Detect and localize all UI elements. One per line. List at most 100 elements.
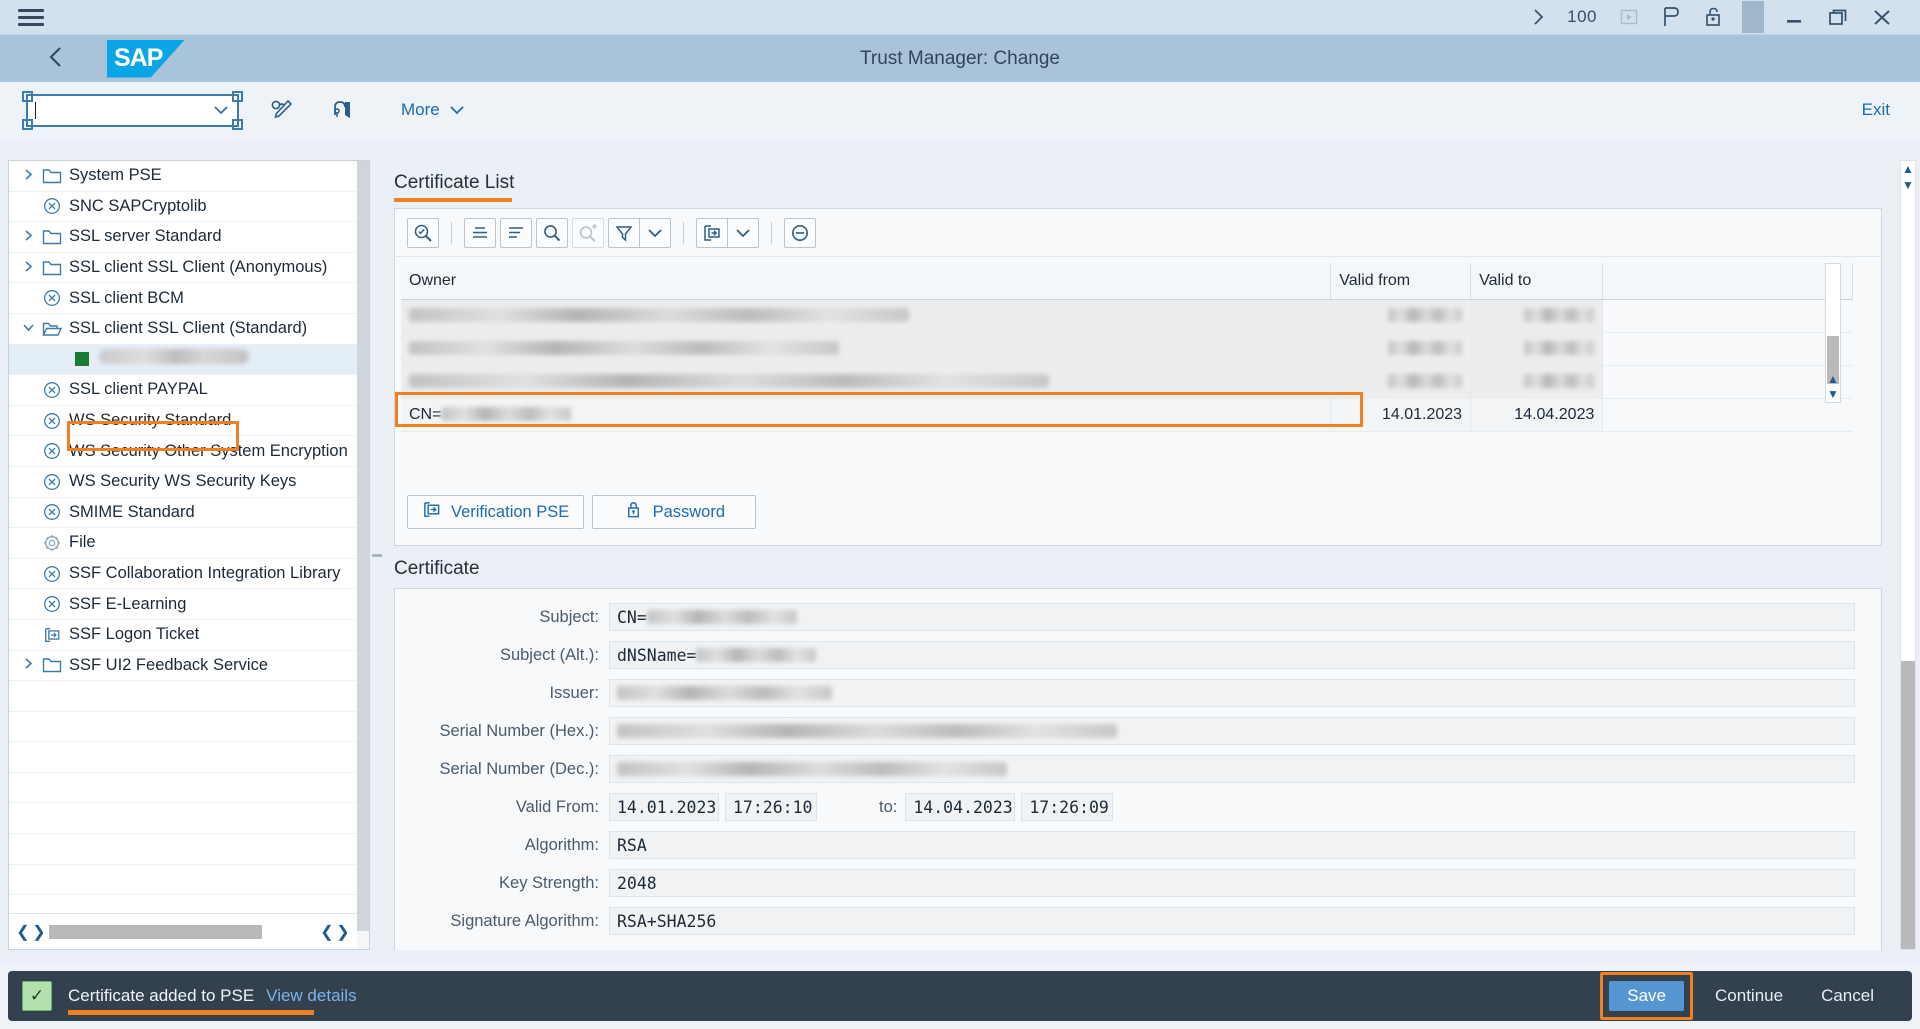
sort-descending-button[interactable] xyxy=(500,217,532,248)
sidebar-item-ws-security-ws-security-keys[interactable]: WS Security WS Security Keys xyxy=(9,467,357,498)
panel-splitter[interactable] xyxy=(372,160,382,950)
column-header-valid-to[interactable]: Valid to xyxy=(1470,263,1604,300)
serial-number-dec-field[interactable] xyxy=(609,755,1855,783)
find-button[interactable] xyxy=(536,217,568,248)
chevron-up-icon[interactable]: ▲ xyxy=(1901,161,1915,177)
unlock-icon[interactable] xyxy=(1692,1,1734,33)
export-button[interactable] xyxy=(696,217,728,248)
chevron-left-icon[interactable]: ❮ xyxy=(15,922,31,942)
display-details-button[interactable] xyxy=(407,217,439,248)
valid-from-date-field[interactable]: 14.01.2023 xyxy=(609,793,719,821)
chevron-right-icon[interactable] xyxy=(17,657,39,673)
column-header-valid-from[interactable]: Valid from xyxy=(1330,263,1472,300)
chevron-right-icon-2[interactable]: ❯ xyxy=(335,922,351,942)
minimize-icon[interactable] xyxy=(1772,1,1816,33)
sidebar-item-snc-sapcryptolib[interactable]: SNC SAPCryptolib xyxy=(9,192,357,223)
ok-code-field[interactable]: 100 xyxy=(1556,1,1608,33)
cancel-button[interactable]: Cancel xyxy=(1805,979,1890,1013)
chevron-down-icon[interactable]: ▼ xyxy=(1901,177,1915,193)
verification-pse-label: Verification PSE xyxy=(451,502,570,521)
filter-menu-button[interactable] xyxy=(639,217,671,248)
glasses-pencil-icon[interactable] xyxy=(265,93,299,127)
sidebar-item-certificate[interactable] xyxy=(9,344,357,376)
page-vscroll-thumb[interactable] xyxy=(1901,661,1915,949)
table-vertical-scrollbar[interactable]: ▲ ▼ xyxy=(1825,263,1841,403)
subject-alt-field[interactable]: dNSName= xyxy=(609,641,1855,669)
exit-button[interactable]: Exit xyxy=(1862,100,1890,120)
sidebar-item-ssf-logon-ticket[interactable]: SSF Logon Ticket xyxy=(9,620,357,651)
sidebar-item-label: SSL client SSL Client (Anonymous) xyxy=(69,258,328,277)
sidebar-item-label: WS Security Other System Encryption xyxy=(69,441,348,460)
close-icon[interactable] xyxy=(1860,1,1904,33)
table-row[interactable]: CN= 14.01.2023 14.04.2023 xyxy=(401,398,1853,432)
sidebar-item-ssl-client-paypal[interactable]: SSL client PAYPAL xyxy=(9,375,357,406)
save-button-highlight: Save xyxy=(1600,972,1694,1020)
chevron-right-icon[interactable] xyxy=(17,168,39,184)
sort-ascending-button[interactable] xyxy=(464,217,496,248)
back-chevron-icon[interactable] xyxy=(45,44,67,74)
more-menu-button[interactable]: More xyxy=(401,100,465,120)
continue-button[interactable]: Continue xyxy=(1699,979,1799,1013)
sidebar-item-file[interactable]: File xyxy=(9,528,357,559)
footer-bar: ✓ Certificate added to PSE View details … xyxy=(0,965,1920,1029)
chevron-left-icon-2[interactable]: ❮ xyxy=(319,922,335,942)
password-label: Password xyxy=(652,502,726,521)
table-row[interactable] xyxy=(401,365,1853,399)
sidebar-item-smime-standard[interactable]: SMIME Standard xyxy=(9,498,357,529)
play-icon[interactable] xyxy=(1608,1,1650,33)
restore-icon[interactable] xyxy=(1816,1,1860,33)
hscroll-thumb[interactable] xyxy=(49,924,262,939)
chevron-right-icon[interactable] xyxy=(1521,1,1556,33)
cell-valid-from xyxy=(1330,299,1472,333)
table-row[interactable] xyxy=(401,299,1853,333)
page-vertical-scrollbar[interactable]: ▲ ▼ xyxy=(1900,160,1916,950)
key-strength-field[interactable]: 2048 xyxy=(609,869,1855,897)
subject-field[interactable]: CN= xyxy=(609,603,1855,631)
algorithm-field[interactable]: RSA xyxy=(609,831,1855,859)
chevron-down-icon[interactable]: ▼ xyxy=(1826,386,1840,401)
serial-number-hex-field[interactable] xyxy=(609,717,1855,745)
find-next-button[interactable] xyxy=(572,217,604,248)
serial-number-hex-label: Serial Number (Hex.): xyxy=(439,721,599,740)
command-field-wrapper[interactable] xyxy=(22,90,243,130)
sidebar-item-system-pse[interactable]: System PSE xyxy=(9,161,357,192)
table-row[interactable] xyxy=(401,332,1853,366)
tree-vertical-scrollbar[interactable] xyxy=(357,161,369,949)
cell-valid-to xyxy=(1470,365,1604,399)
chevron-down-icon[interactable] xyxy=(17,321,39,337)
sidebar-item-ssl-server-standard[interactable]: SSL server Standard xyxy=(9,222,357,253)
key-lock-icon[interactable] xyxy=(325,93,359,127)
password-button[interactable]: Password xyxy=(592,495,757,529)
signature-algorithm-field[interactable]: RSA+SHA256 xyxy=(609,907,1855,935)
export-menu-button[interactable] xyxy=(727,217,759,248)
sidebar-item-ssl-client-ssl-client-standard[interactable]: SSL client SSL Client (Standard) xyxy=(9,314,357,345)
sidebar-item-ssl-client-ssl-client-anonymous[interactable]: SSL client SSL Client (Anonymous) xyxy=(9,253,357,284)
tree-horizontal-scrollbar[interactable]: ❮ ❯ ❮ ❯ xyxy=(9,913,357,949)
chevron-right-icon[interactable]: ❯ xyxy=(31,922,47,942)
chevron-up-icon[interactable]: ▲ xyxy=(1826,371,1840,386)
chevron-right-icon[interactable] xyxy=(17,229,39,245)
verification-pse-button[interactable]: Verification PSE xyxy=(407,495,585,529)
sidebar-item-ws-security-other-system-encryption[interactable]: WS Security Other System Encryption xyxy=(9,436,357,467)
valid-to-date-field[interactable]: 14.04.2023 xyxy=(905,793,1016,821)
signature-algorithm-label: Signature Algorithm: xyxy=(450,911,599,930)
filter-button[interactable] xyxy=(608,217,640,248)
sidebar-item-ssl-client-bcm[interactable]: SSL client BCM xyxy=(9,283,357,314)
sidebar-item-ssf-e-learning[interactable]: SSF E-Learning xyxy=(9,589,357,620)
pse-tree[interactable]: System PSE SNC SAPCryptolib SSL server Sta… xyxy=(9,161,357,926)
view-details-link[interactable]: View details xyxy=(266,986,356,1006)
sidebar-item-ssf-collaboration-integration-library[interactable]: SSF Collaboration Integration Library xyxy=(9,559,357,590)
personalize-icon[interactable] xyxy=(1650,1,1692,33)
issuer-field[interactable] xyxy=(609,679,1855,707)
chevron-right-icon[interactable] xyxy=(17,260,39,276)
sidebar-item-ws-security-standard[interactable]: WS Security Standard xyxy=(9,406,357,437)
remove-button[interactable] xyxy=(784,217,816,248)
hamburger-icon[interactable] xyxy=(18,7,44,27)
valid-to-time-field[interactable]: 17:26:09 xyxy=(1021,793,1114,821)
tree-vscroll-thumb[interactable] xyxy=(357,161,369,931)
chevron-down-icon[interactable] xyxy=(213,102,229,119)
save-button[interactable]: Save xyxy=(1609,981,1685,1011)
column-header-owner[interactable]: Owner xyxy=(401,263,1332,300)
sidebar-item-ssf-ui2-feedback-service[interactable]: SSF UI2 Feedback Service xyxy=(9,651,357,682)
valid-from-time-field[interactable]: 17:26:10 xyxy=(725,793,817,821)
